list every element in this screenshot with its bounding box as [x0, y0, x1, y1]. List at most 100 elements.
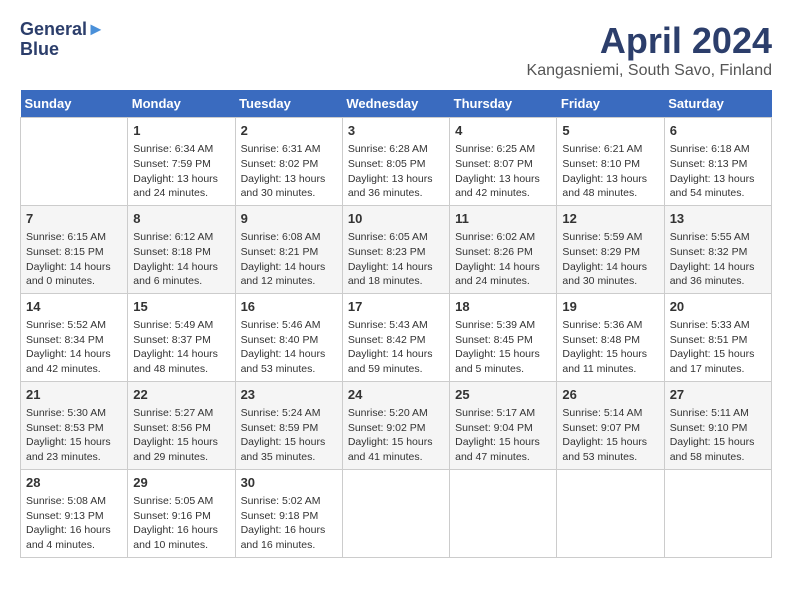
calendar-cell: 5 Sunrise: 6:21 AM Sunset: 8:10 PM Daylig…	[557, 118, 664, 206]
calendar-cell: 10 Sunrise: 6:05 AM Sunset: 8:23 PM Dayli…	[342, 205, 449, 293]
week-row-3: 14Sunrise: 5:52 AM Sunset: 8:34 PM Dayli…	[21, 293, 772, 381]
day-info: Sunrise: 5:46 AM Sunset: 8:40 PM Dayligh…	[241, 318, 337, 377]
day-number: 2	[241, 122, 337, 140]
day-number: 11	[455, 210, 551, 228]
day-number: 29	[133, 474, 229, 492]
calendar-cell: 13Sunrise: 5:55 AM Sunset: 8:32 PM Dayli…	[664, 205, 771, 293]
day-number: 3	[348, 122, 444, 140]
day-info: Sunrise: 5:33 AM Sunset: 8:51 PM Dayligh…	[670, 318, 766, 377]
day-info: Sunrise: 6:28 AM Sunset: 8:05 PM Dayligh…	[348, 142, 444, 201]
calendar-cell: 30 Sunrise: 5:02 AM Sunset: 9:18 PM Dayli…	[235, 469, 342, 557]
day-info: Sunrise: 6:21 AM Sunset: 8:10 PM Dayligh…	[562, 142, 658, 201]
calendar-cell: 29 Sunrise: 5:05 AM Sunset: 9:16 PM Dayli…	[128, 469, 235, 557]
day-number: 26	[562, 386, 658, 404]
day-number: 21	[26, 386, 122, 404]
calendar-cell: 12 Sunrise: 5:59 AM Sunset: 8:29 PM Dayli…	[557, 205, 664, 293]
day-info: Sunrise: 5:43 AM Sunset: 8:42 PM Dayligh…	[348, 318, 444, 377]
calendar-cell: 18 Sunrise: 5:39 AM Sunset: 8:45 PM Dayli…	[450, 293, 557, 381]
day-number: 1	[133, 122, 229, 140]
day-info: Sunrise: 5:20 AM Sunset: 9:02 PM Dayligh…	[348, 406, 444, 465]
calendar-cell: 2 Sunrise: 6:31 AM Sunset: 8:02 PM Daylig…	[235, 118, 342, 206]
day-info: Sunrise: 6:15 AM Sunset: 8:15 PM Dayligh…	[26, 230, 122, 289]
day-number: 5	[562, 122, 658, 140]
day-info: Sunrise: 5:49 AM Sunset: 8:37 PM Dayligh…	[133, 318, 229, 377]
day-number: 23	[241, 386, 337, 404]
day-info: Sunrise: 5:02 AM Sunset: 9:18 PM Dayligh…	[241, 494, 337, 553]
day-info: Sunrise: 5:05 AM Sunset: 9:16 PM Dayligh…	[133, 494, 229, 553]
calendar-cell: 3 Sunrise: 6:28 AM Sunset: 8:05 PM Daylig…	[342, 118, 449, 206]
day-info: Sunrise: 5:08 AM Sunset: 9:13 PM Dayligh…	[26, 494, 122, 553]
day-info: Sunrise: 5:55 AM Sunset: 8:32 PM Dayligh…	[670, 230, 766, 289]
calendar-table: SundayMondayTuesdayWednesdayThursdayFrid…	[20, 90, 772, 558]
week-row-2: 7 Sunrise: 6:15 AM Sunset: 8:15 PM Daylig…	[21, 205, 772, 293]
calendar-cell	[557, 469, 664, 557]
day-info: Sunrise: 5:17 AM Sunset: 9:04 PM Dayligh…	[455, 406, 551, 465]
column-header-friday: Friday	[557, 90, 664, 118]
calendar-cell: 28 Sunrise: 5:08 AM Sunset: 9:13 PM Dayli…	[21, 469, 128, 557]
logo: General►Blue	[20, 20, 105, 60]
day-number: 28	[26, 474, 122, 492]
day-number: 15	[133, 298, 229, 316]
calendar-cell: 17 Sunrise: 5:43 AM Sunset: 8:42 PM Dayli…	[342, 293, 449, 381]
logo-text: General►Blue	[20, 20, 105, 60]
day-info: Sunrise: 6:31 AM Sunset: 8:02 PM Dayligh…	[241, 142, 337, 201]
calendar-cell: 20Sunrise: 5:33 AM Sunset: 8:51 PM Dayli…	[664, 293, 771, 381]
day-number: 17	[348, 298, 444, 316]
day-info: Sunrise: 5:39 AM Sunset: 8:45 PM Dayligh…	[455, 318, 551, 377]
calendar-cell: 6Sunrise: 6:18 AM Sunset: 8:13 PM Daylig…	[664, 118, 771, 206]
day-number: 12	[562, 210, 658, 228]
calendar-cell	[342, 469, 449, 557]
calendar-cell: 11Sunrise: 6:02 AM Sunset: 8:26 PM Dayli…	[450, 205, 557, 293]
calendar-cell	[450, 469, 557, 557]
calendar-cell: 24 Sunrise: 5:20 AM Sunset: 9:02 PM Dayli…	[342, 381, 449, 469]
calendar-cell: 23 Sunrise: 5:24 AM Sunset: 8:59 PM Dayli…	[235, 381, 342, 469]
day-number: 8	[133, 210, 229, 228]
calendar-cell: 26 Sunrise: 5:14 AM Sunset: 9:07 PM Dayli…	[557, 381, 664, 469]
calendar-cell: 14Sunrise: 5:52 AM Sunset: 8:34 PM Dayli…	[21, 293, 128, 381]
day-info: Sunrise: 5:59 AM Sunset: 8:29 PM Dayligh…	[562, 230, 658, 289]
day-info: Sunrise: 6:25 AM Sunset: 8:07 PM Dayligh…	[455, 142, 551, 201]
day-number: 18	[455, 298, 551, 316]
day-info: Sunrise: 5:30 AM Sunset: 8:53 PM Dayligh…	[26, 406, 122, 465]
calendar-cell: 21 Sunrise: 5:30 AM Sunset: 8:53 PM Dayli…	[21, 381, 128, 469]
day-number: 22	[133, 386, 229, 404]
day-info: Sunrise: 5:27 AM Sunset: 8:56 PM Dayligh…	[133, 406, 229, 465]
calendar-cell: 4 Sunrise: 6:25 AM Sunset: 8:07 PM Daylig…	[450, 118, 557, 206]
week-row-5: 28 Sunrise: 5:08 AM Sunset: 9:13 PM Dayli…	[21, 469, 772, 557]
column-header-tuesday: Tuesday	[235, 90, 342, 118]
week-row-1: 1 Sunrise: 6:34 AM Sunset: 7:59 PM Daylig…	[21, 118, 772, 206]
day-number: 24	[348, 386, 444, 404]
calendar-cell: 9 Sunrise: 6:08 AM Sunset: 8:21 PM Daylig…	[235, 205, 342, 293]
calendar-cell	[21, 118, 128, 206]
day-info: Sunrise: 5:14 AM Sunset: 9:07 PM Dayligh…	[562, 406, 658, 465]
day-number: 7	[26, 210, 122, 228]
day-number: 30	[241, 474, 337, 492]
day-number: 16	[241, 298, 337, 316]
day-number: 27	[670, 386, 766, 404]
day-number: 25	[455, 386, 551, 404]
day-number: 10	[348, 210, 444, 228]
day-info: Sunrise: 6:34 AM Sunset: 7:59 PM Dayligh…	[133, 142, 229, 201]
calendar-cell: 7 Sunrise: 6:15 AM Sunset: 8:15 PM Daylig…	[21, 205, 128, 293]
day-info: Sunrise: 6:12 AM Sunset: 8:18 PM Dayligh…	[133, 230, 229, 289]
column-header-thursday: Thursday	[450, 90, 557, 118]
day-info: Sunrise: 5:11 AM Sunset: 9:10 PM Dayligh…	[670, 406, 766, 465]
calendar-cell	[664, 469, 771, 557]
calendar-cell: 19Sunrise: 5:36 AM Sunset: 8:48 PM Dayli…	[557, 293, 664, 381]
calendar-cell: 16 Sunrise: 5:46 AM Sunset: 8:40 PM Dayli…	[235, 293, 342, 381]
header-row: SundayMondayTuesdayWednesdayThursdayFrid…	[21, 90, 772, 118]
day-number: 9	[241, 210, 337, 228]
calendar-cell: 22 Sunrise: 5:27 AM Sunset: 8:56 PM Dayli…	[128, 381, 235, 469]
day-info: Sunrise: 6:05 AM Sunset: 8:23 PM Dayligh…	[348, 230, 444, 289]
day-number: 19	[562, 298, 658, 316]
calendar-cell: 15 Sunrise: 5:49 AM Sunset: 8:37 PM Dayli…	[128, 293, 235, 381]
title-block: April 2024 Kangasniemi, South Savo, Finl…	[527, 20, 772, 80]
day-number: 14	[26, 298, 122, 316]
day-info: Sunrise: 5:24 AM Sunset: 8:59 PM Dayligh…	[241, 406, 337, 465]
week-row-4: 21 Sunrise: 5:30 AM Sunset: 8:53 PM Dayli…	[21, 381, 772, 469]
page-header: General►Blue April 2024 Kangasniemi, Sou…	[20, 20, 772, 80]
day-info: Sunrise: 6:08 AM Sunset: 8:21 PM Dayligh…	[241, 230, 337, 289]
day-number: 4	[455, 122, 551, 140]
calendar-cell: 8 Sunrise: 6:12 AM Sunset: 8:18 PM Daylig…	[128, 205, 235, 293]
day-info: Sunrise: 6:18 AM Sunset: 8:13 PM Dayligh…	[670, 142, 766, 201]
